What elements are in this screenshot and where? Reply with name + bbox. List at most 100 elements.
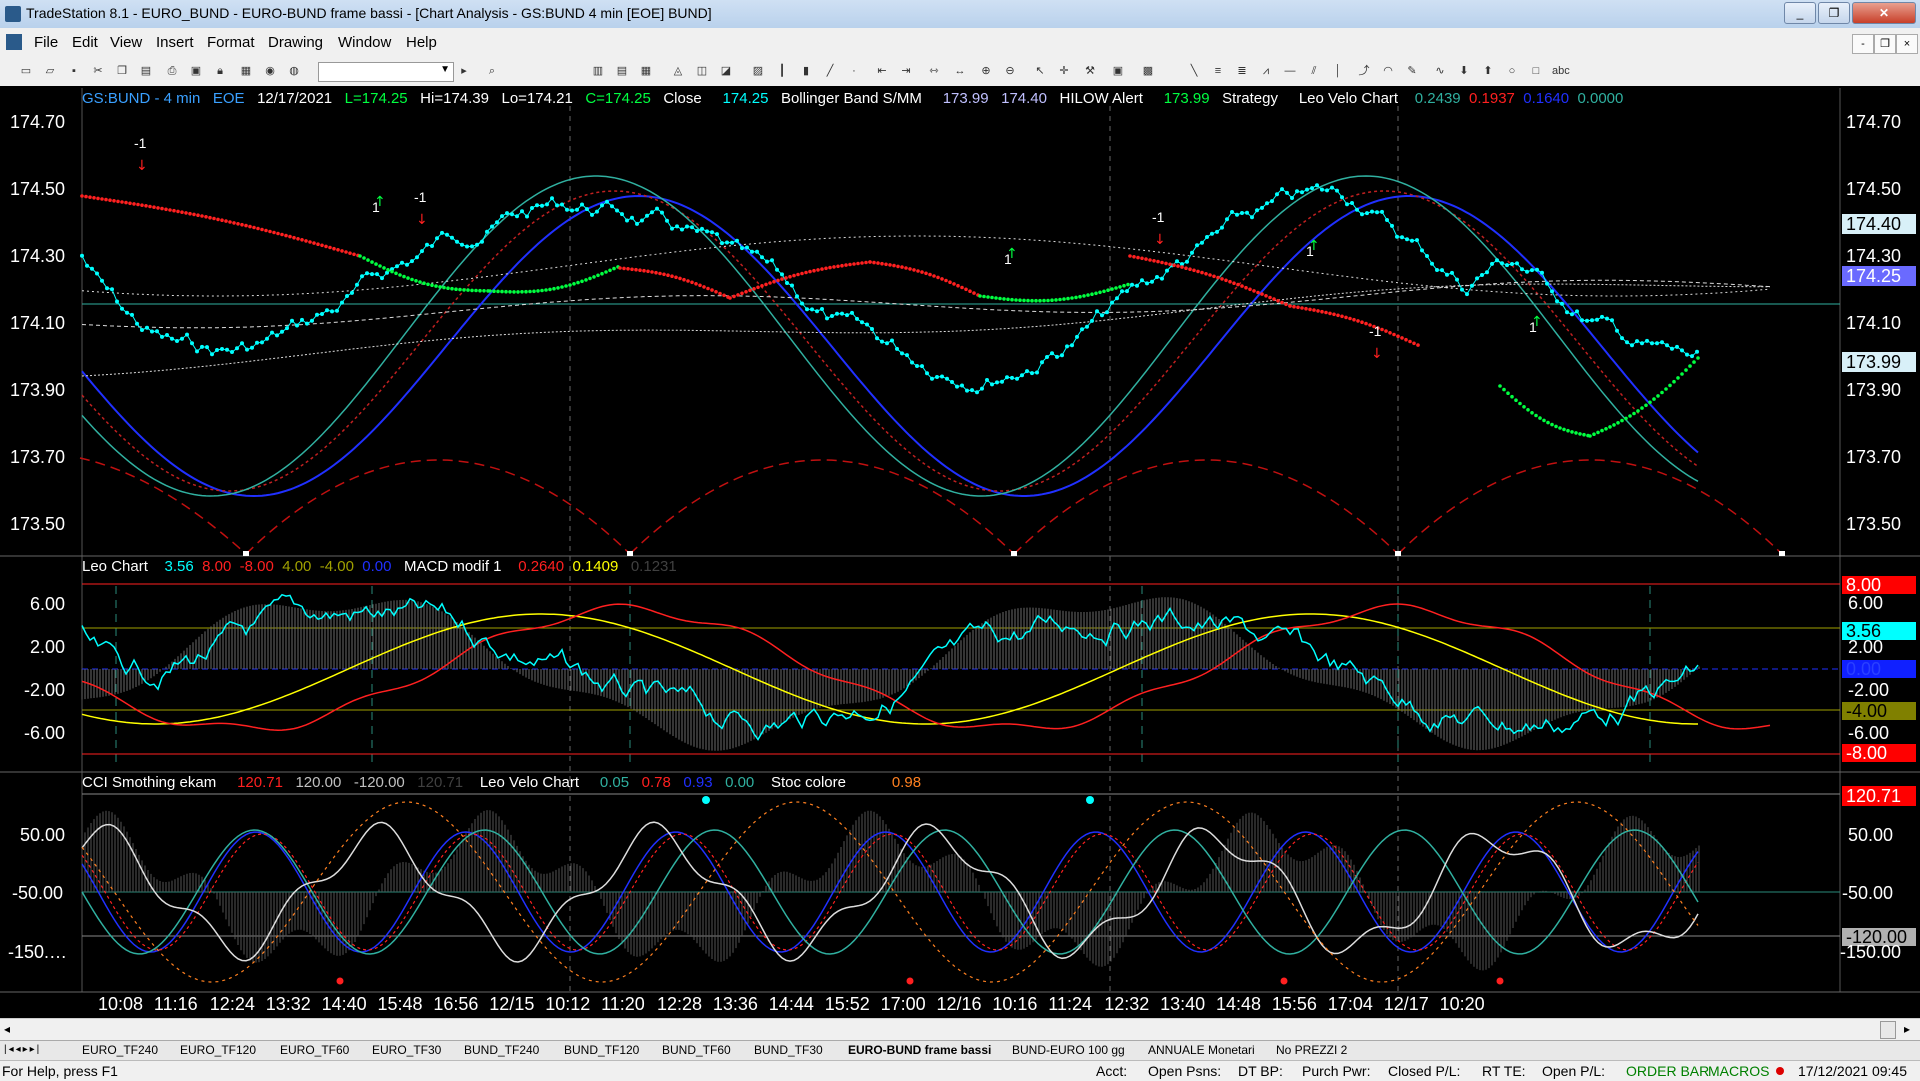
speedline-icon[interactable]: ≣: [1234, 63, 1250, 79]
hilow-dot: [816, 268, 820, 272]
chart-icon[interactable]: ▥: [590, 63, 606, 79]
radar-icon[interactable]: ◬: [670, 63, 686, 79]
price-point: [435, 236, 439, 241]
hilow-dot: [382, 266, 386, 270]
channel-icon[interactable]: ⫽: [1306, 63, 1322, 79]
order-bar-button[interactable]: ORDER BAR: [1626, 1063, 1709, 1079]
hilow-dot: [1652, 397, 1656, 401]
find-icon[interactable]: ⌕: [484, 63, 500, 79]
copy-icon[interactable]: ❐: [114, 63, 130, 79]
print-icon[interactable]: ⎙: [164, 63, 180, 79]
chart-canvas[interactable]: -1↓1↑ -1↓1↑-1↓1↑-1↓1↑: [0, 86, 1920, 1018]
price-point: [935, 375, 939, 379]
text-icon[interactable]: abc: [1552, 63, 1570, 79]
preview-icon[interactable]: ▣: [188, 63, 204, 79]
menu-drawing[interactable]: Drawing: [268, 34, 323, 51]
fib-icon[interactable]: ≡: [1210, 63, 1226, 79]
gann-icon[interactable]: ⩘: [1258, 63, 1274, 79]
wave-icon[interactable]: ∿: [1432, 63, 1448, 79]
hilow-dot: [670, 274, 674, 278]
tab-bund-tf240[interactable]: BUND_TF240: [464, 1043, 539, 1059]
grid-icon[interactable]: ▤: [614, 63, 630, 79]
bars-icon[interactable]: ┃: [774, 63, 790, 79]
menu-insert[interactable]: Insert: [156, 34, 194, 51]
maximize-button[interactable]: ❐: [1818, 2, 1850, 24]
save-icon[interactable]: ▪: [66, 63, 82, 79]
price-point: [1050, 351, 1054, 356]
tab-annuale-monetari[interactable]: ANNUALE Monetari: [1148, 1043, 1255, 1059]
lock-drawing-icon[interactable]: ▩: [1140, 63, 1156, 79]
vert-line-icon[interactable]: │: [1330, 63, 1346, 79]
globe-icon[interactable]: ◍: [286, 63, 302, 79]
tab-euro-bund-frame-bassi[interactable]: EURO-BUND frame bassi: [848, 1043, 991, 1059]
pencil-icon[interactable]: ✎: [1404, 63, 1420, 79]
menu-window[interactable]: Window: [338, 34, 391, 51]
arrow-down-icon[interactable]: ⬇: [1456, 63, 1472, 79]
arrow-up-icon[interactable]: ⬆: [1480, 63, 1496, 79]
horizontal-scrollbar[interactable]: ◂ ▸: [0, 1018, 1920, 1041]
scanner-icon[interactable]: ◫: [694, 63, 710, 79]
menu-edit[interactable]: Edit: [72, 34, 98, 51]
scroll-icon[interactable]: ↔: [952, 63, 968, 79]
chart-window-icon[interactable]: [6, 34, 22, 50]
rectangle-icon[interactable]: □: [1528, 63, 1544, 79]
close-button[interactable]: ✕: [1852, 2, 1916, 24]
line-chart-icon[interactable]: ╱: [822, 63, 838, 79]
pointer-icon[interactable]: ↖: [1032, 63, 1048, 79]
menu-help[interactable]: Help: [406, 34, 437, 51]
paste-icon[interactable]: ▤: [138, 63, 154, 79]
tab-bund-tf120[interactable]: BUND_TF120: [564, 1043, 639, 1059]
hilow-dot: [978, 294, 982, 298]
arc-icon[interactable]: ◠: [1380, 63, 1396, 79]
menu-view[interactable]: View: [110, 34, 142, 51]
tab-euro-tf30[interactable]: EURO_TF30: [372, 1043, 441, 1059]
scroll-right-icon[interactable]: ▸: [1904, 1022, 1910, 1036]
bar-spacing-icon[interactable]: ⇿: [926, 63, 942, 79]
window-icon[interactable]: ▣: [1110, 63, 1126, 79]
tab-nav-icon[interactable]: |◂◂▸▸|: [4, 1044, 41, 1055]
macros-button[interactable]: MACROS: [1708, 1063, 1769, 1079]
point-icon[interactable]: ·: [846, 63, 862, 79]
candles-icon[interactable]: ▮: [798, 63, 814, 79]
cut-icon[interactable]: ✂: [90, 63, 106, 79]
mdi-minimize-button[interactable]: -: [1852, 34, 1874, 54]
chart-area[interactable]: -1 ↓ 1 ↑ -1 ↓ 1 ↑ -1 ↓ 1 ↑ -1 ↓ 1 ↑ GS:BUND - 4 min EOE…: [0, 86, 1920, 1018]
symbol-combo[interactable]: ▼: [318, 62, 454, 82]
compress-icon[interactable]: ⇤: [874, 63, 890, 79]
scroll-left-icon[interactable]: ◂: [4, 1022, 10, 1036]
tab-bund-tf30[interactable]: BUND_TF30: [754, 1043, 823, 1059]
zoom-out-icon[interactable]: ⊖: [1002, 63, 1018, 79]
tab-euro-tf60[interactable]: EURO_TF60: [280, 1043, 349, 1059]
format-icon[interactable]: ▨: [750, 63, 766, 79]
tools-icon[interactable]: ⚒: [1082, 63, 1098, 79]
price-point: [680, 227, 684, 232]
menu-format[interactable]: Format: [207, 34, 255, 51]
strategy-icon[interactable]: ◪: [718, 63, 734, 79]
expand-icon[interactable]: ⇥: [898, 63, 914, 79]
tab-euro-tf240[interactable]: EURO_TF240: [82, 1043, 158, 1059]
table-icon[interactable]: ▦: [638, 63, 654, 79]
horiz-line-icon[interactable]: ―: [1282, 63, 1298, 79]
tab-no-prezzi-2[interactable]: No PREZZI 2: [1276, 1043, 1347, 1059]
tab-bund-tf60[interactable]: BUND_TF60: [662, 1043, 731, 1059]
zoom-in-icon[interactable]: ⊕: [978, 63, 994, 79]
hilow-dot: [1668, 383, 1672, 388]
tab-bund-euro-100gg[interactable]: BUND-EURO 100 gg: [1012, 1043, 1125, 1059]
mdi-close-button[interactable]: ×: [1896, 34, 1918, 54]
open-icon[interactable]: ▱: [42, 63, 58, 79]
minimize-button[interactable]: _: [1784, 2, 1816, 24]
arrow-right-icon[interactable]: ▸: [456, 63, 472, 79]
tab-euro-tf120[interactable]: EURO_TF120: [180, 1043, 256, 1059]
hilow-dot: [1600, 428, 1604, 433]
lock-icon[interactable]: 🔒︎: [212, 63, 228, 79]
new-icon[interactable]: ▭: [18, 63, 34, 79]
menu-file[interactable]: File: [34, 34, 58, 51]
ellipse-icon[interactable]: ○: [1504, 63, 1520, 79]
crosshair-icon[interactable]: ✛: [1056, 63, 1072, 79]
color-icon[interactable]: ◉: [262, 63, 278, 79]
trendline-icon[interactable]: ╲: [1186, 63, 1202, 79]
scroll-thumb[interactable]: [1880, 1021, 1896, 1039]
arrange-icon[interactable]: ▦: [238, 63, 254, 79]
mdi-restore-button[interactable]: ❐: [1874, 34, 1896, 54]
ray-icon[interactable]: ⤴: [1356, 63, 1372, 79]
